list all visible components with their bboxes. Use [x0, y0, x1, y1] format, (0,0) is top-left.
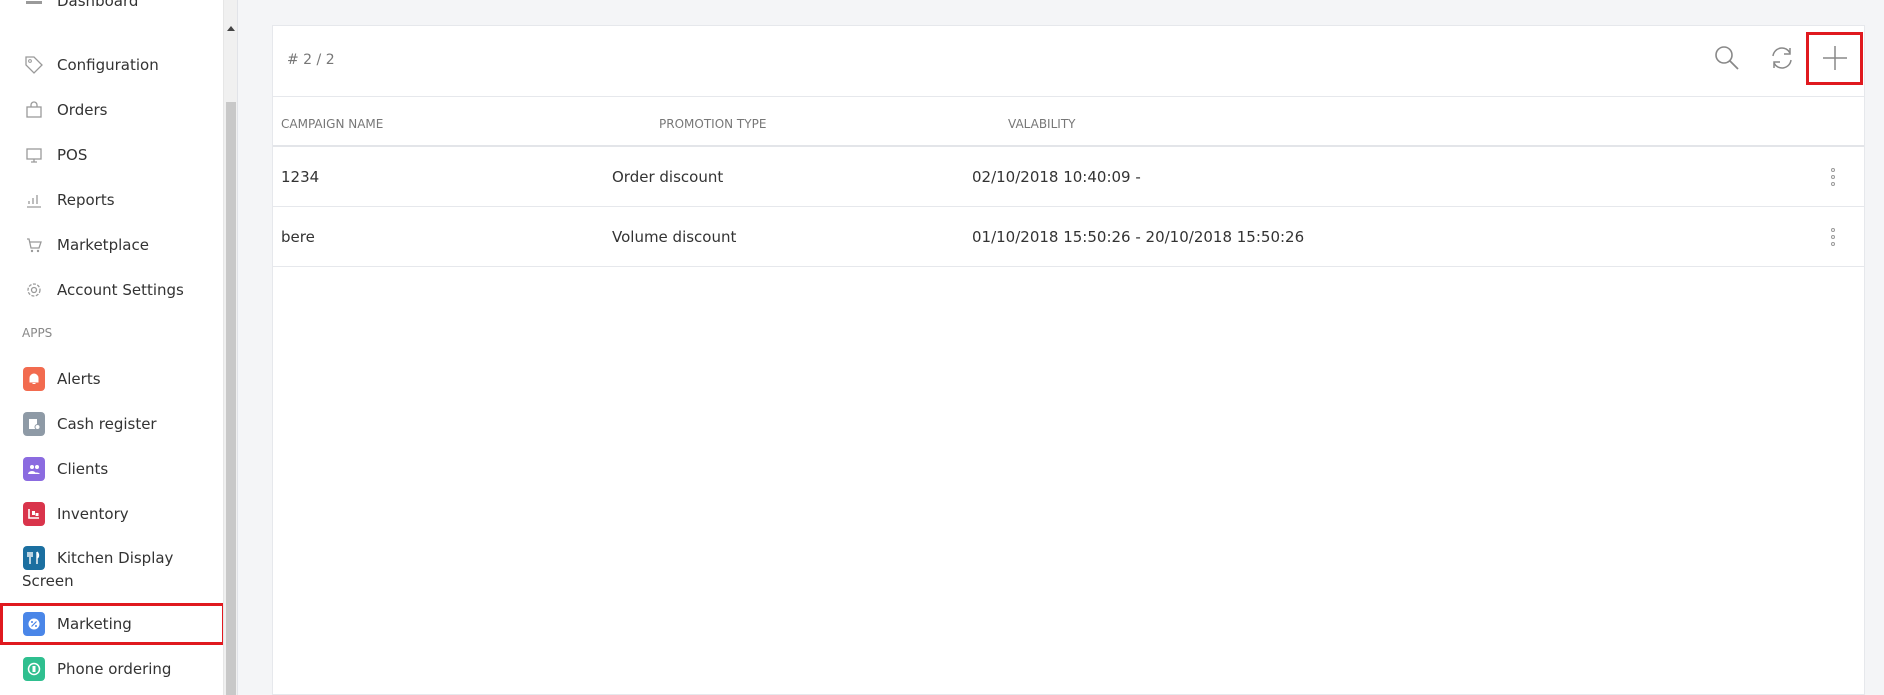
sidebar-item-label: Configuration: [57, 56, 159, 74]
bag-icon: [23, 99, 45, 121]
row-menu-icon[interactable]: [1830, 168, 1836, 186]
cell-campaign-name: bere: [281, 228, 315, 246]
sidebar-item-inventory[interactable]: Inventory: [0, 494, 222, 534]
refresh-icon: [1772, 47, 1792, 69]
sidebar-item-pos[interactable]: POS: [0, 135, 222, 175]
campaign-list-panel: # 2 / 2 CAMPAIGN NAME PROMOTION TYPE VAL…: [272, 25, 1865, 695]
sidebar-item-cash-register[interactable]: Cash register: [0, 404, 222, 444]
cash-register-icon: [23, 412, 45, 436]
sidebar-item-reports[interactable]: Reports: [0, 180, 222, 220]
scrollbar-thumb[interactable]: [226, 102, 236, 695]
sidebar-scrollbar[interactable]: [223, 0, 237, 695]
sidebar-item-label: Phone ordering: [57, 660, 172, 678]
column-header-validity[interactable]: VALABILITY: [1008, 117, 1075, 131]
sidebar-item-label: Marketplace: [57, 236, 149, 254]
search-icon: [1715, 46, 1739, 70]
cell-validity: 02/10/2018 10:40:09 -: [972, 168, 1141, 186]
sidebar-item-label-line2: Screen: [22, 572, 74, 590]
apps-section-label: APPS: [22, 326, 53, 340]
sidebar-item-label: Reports: [57, 191, 115, 209]
people-icon: [23, 457, 45, 481]
marketing-highlight: [0, 603, 225, 645]
sidebar-item-label: Cash register: [57, 415, 157, 433]
sidebar-item-configuration[interactable]: Configuration: [0, 45, 222, 85]
cart-icon: [23, 234, 45, 256]
table-header: CAMPAIGN NAME PROMOTION TYPE VALABILITY: [273, 96, 1864, 147]
record-count: # 2 / 2: [287, 52, 335, 68]
table-row[interactable]: bere Volume discount 01/10/2018 15:50:26…: [273, 207, 1864, 267]
cell-promotion-type: Volume discount: [612, 228, 737, 246]
refresh-button[interactable]: [1762, 38, 1802, 78]
sidebar-item-label: Alerts: [57, 370, 101, 388]
sidebar-item-label: Account Settings: [57, 281, 184, 299]
row-menu-icon[interactable]: [1830, 228, 1836, 246]
cell-validity: 01/10/2018 15:50:26 - 20/10/2018 15:50:2…: [972, 228, 1305, 246]
dashboard-icon: [23, 0, 45, 14]
search-button[interactable]: [1707, 38, 1747, 78]
boxes-icon: [23, 502, 45, 526]
cutlery-icon: [23, 546, 45, 570]
scroll-up-arrow-icon[interactable]: [227, 26, 235, 31]
sidebar-item-label: Clients: [57, 460, 109, 478]
sidebar-item-account-settings[interactable]: Account Settings: [0, 270, 222, 310]
phone-icon: [23, 657, 45, 681]
bell-icon: [23, 367, 45, 391]
cell-promotion-type: Order discount: [612, 168, 724, 186]
column-header-campaign-name[interactable]: CAMPAIGN NAME: [281, 117, 383, 131]
sidebar: Dashboard Configuration Orders POS Repor…: [0, 0, 238, 695]
sidebar-item-marketplace[interactable]: Marketplace: [0, 225, 222, 265]
cell-campaign-name: 1234: [281, 168, 320, 186]
monitor-icon: [23, 144, 45, 166]
sidebar-item-phone-ordering[interactable]: Phone ordering: [0, 649, 222, 689]
chart-icon: [23, 189, 45, 211]
gear-icon: [23, 279, 45, 301]
tag-icon: [23, 54, 45, 76]
sidebar-item-alerts[interactable]: Alerts: [0, 359, 222, 399]
table-row[interactable]: 1234 Order discount 02/10/2018 10:40:09 …: [273, 147, 1864, 207]
sidebar-item-label: Inventory: [57, 505, 129, 523]
column-header-promotion-type[interactable]: PROMOTION TYPE: [659, 117, 766, 131]
sidebar-item-orders[interactable]: Orders: [0, 90, 222, 130]
sidebar-item-label: POS: [57, 146, 88, 164]
sidebar-item-dashboard[interactable]: Dashboard: [0, 0, 222, 20]
sidebar-item-label: Kitchen Display: [57, 549, 174, 567]
sidebar-item-clients[interactable]: Clients: [0, 449, 222, 489]
sidebar-item-kitchen-display-screen[interactable]: Kitchen Display Screen: [0, 539, 222, 593]
sidebar-item-label: Orders: [57, 101, 108, 119]
sidebar-item-label: Dashboard: [57, 0, 139, 10]
add-button-highlight: [1806, 32, 1863, 85]
